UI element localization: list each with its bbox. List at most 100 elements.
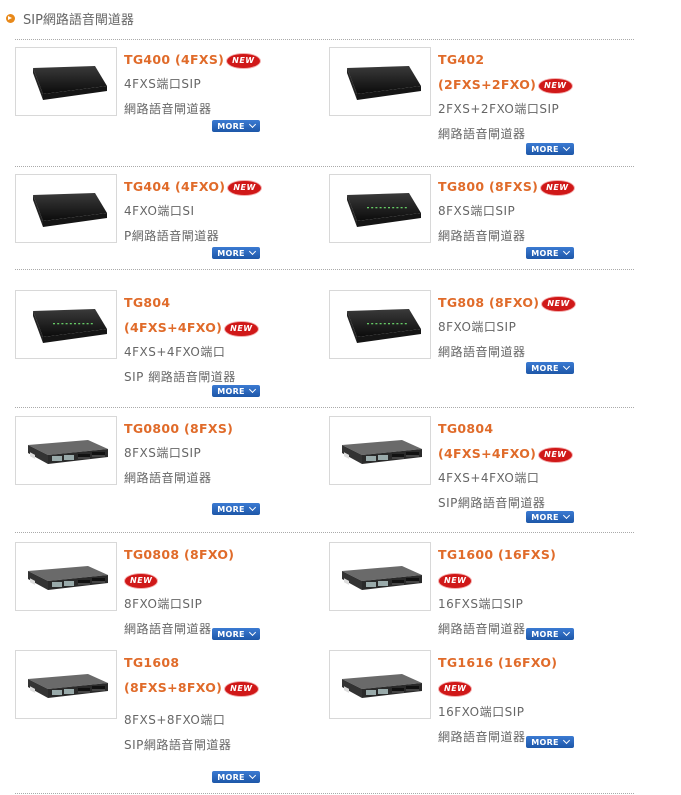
product-description: 16FXO端口SIP — [438, 705, 525, 719]
chevron-down-icon — [248, 771, 256, 780]
new-badge: NEW — [539, 78, 572, 93]
more-label: MORE — [217, 504, 245, 514]
product-description: 4FXS+4FXO端口 — [124, 345, 226, 359]
more-label: MORE — [217, 248, 245, 258]
more-button[interactable]: MORE — [212, 628, 260, 640]
chevron-down-icon — [562, 143, 570, 152]
divider — [15, 39, 634, 40]
more-label: MORE — [217, 629, 245, 639]
product-title[interactable]: TG1616 (16FXO) — [438, 650, 623, 675]
more-button[interactable]: MORE — [526, 736, 574, 748]
product-image[interactable] — [15, 290, 117, 359]
product-title[interactable]: TG404 (4FXO) NEW — [124, 174, 309, 199]
divider — [15, 166, 634, 167]
new-badge-row: NEW — [438, 567, 623, 592]
more-label: MORE — [531, 629, 559, 639]
product-description: 8FXO端口SIP — [438, 320, 517, 334]
chevron-down-icon — [562, 736, 570, 745]
more-label: MORE — [531, 737, 559, 747]
product-image[interactable] — [15, 542, 117, 611]
new-badge: NEW — [225, 321, 258, 336]
product-title[interactable]: (4FXS+4FXO) NEW — [438, 441, 623, 466]
product-image[interactable] — [329, 290, 431, 359]
product-title[interactable]: TG804 — [124, 290, 309, 315]
chevron-down-icon — [248, 628, 256, 637]
new-badge: NEW — [125, 573, 158, 588]
chevron-down-icon — [562, 362, 570, 371]
product-title[interactable]: TG800 (8FXS) NEW — [438, 174, 623, 199]
more-label: MORE — [531, 512, 559, 522]
product-image[interactable] — [329, 650, 431, 719]
product-description: 8FXS端口SIP — [438, 204, 516, 218]
product-info: TG804 (4FXS+4FXO) NEW 4FXS+4FXO端口 SIP 網路語音閘道… — [124, 290, 309, 390]
product-description: 網路語音閘道器 — [124, 471, 212, 485]
chevron-down-icon — [562, 247, 570, 256]
new-badge: NEW — [439, 573, 472, 588]
product-info: TG808 (8FXO) NEW 8FXO端口SIP 網路語音閘道器 — [438, 290, 623, 365]
new-badge: NEW — [541, 180, 574, 195]
more-label: MORE — [531, 248, 559, 258]
product-info: TG402 (2FXS+2FXO) NEW 2FXS+2FXO端口SIP 網路語音閘道器 — [438, 47, 623, 147]
product-title[interactable]: (4FXS+4FXO) NEW — [124, 315, 309, 340]
divider — [15, 532, 634, 533]
product-title[interactable]: (8FXS+8FXO) NEW — [124, 675, 309, 700]
more-button[interactable]: MORE — [212, 247, 260, 259]
product-description: SIP網路語音閘道器 — [124, 738, 232, 752]
more-button[interactable]: MORE — [212, 771, 260, 783]
new-badge: NEW — [228, 180, 261, 195]
product-image[interactable] — [329, 47, 431, 116]
more-label: MORE — [531, 144, 559, 154]
product-title[interactable]: TG402 — [438, 47, 623, 72]
product-info: TG400 (4FXS) NEW 4FXS端口SIP 網路語音閘道器 — [124, 47, 309, 122]
product-title[interactable]: TG0804 — [438, 416, 623, 441]
more-button[interactable]: MORE — [212, 503, 260, 515]
product-title[interactable]: TG0808 (8FXO) — [124, 542, 309, 567]
new-badge: NEW — [542, 296, 575, 311]
product-title[interactable]: (2FXS+2FXO) NEW — [438, 72, 623, 97]
new-badge: NEW — [539, 447, 572, 462]
product-title[interactable]: TG400 (4FXS) NEW — [124, 47, 309, 72]
more-button[interactable]: MORE — [212, 120, 260, 132]
more-label: MORE — [531, 363, 559, 373]
more-button[interactable]: MORE — [526, 247, 574, 259]
product-image[interactable] — [329, 542, 431, 611]
product-description: 8FXS+8FXO端口 — [124, 713, 226, 727]
product-image[interactable] — [15, 416, 117, 485]
more-button[interactable]: MORE — [526, 143, 574, 155]
more-label: MORE — [217, 386, 245, 396]
product-title[interactable]: TG1600 (16FXS) — [438, 542, 623, 567]
more-button[interactable]: MORE — [526, 628, 574, 640]
product-image[interactable] — [329, 416, 431, 485]
product-info: TG0808 (8FXO) NEW 8FXO端口SIP 網路語音閘道器 — [124, 542, 309, 642]
more-button[interactable]: MORE — [526, 362, 574, 374]
product-info: TG0804 (4FXS+4FXO) NEW 4FXS+4FXO端口 SIP網路語音閘道… — [438, 416, 623, 516]
product-title[interactable]: TG808 (8FXO) NEW — [438, 290, 623, 315]
new-badge: NEW — [227, 53, 260, 68]
product-info: TG1608 (8FXS+8FXO) NEW 8FXS+8FXO端口 SIP網路語音閘道… — [124, 650, 309, 758]
product-image[interactable] — [15, 174, 117, 243]
product-image[interactable] — [329, 174, 431, 243]
product-description: 4FXO端口SI — [124, 204, 195, 218]
divider — [15, 407, 634, 408]
product-info: TG1600 (16FXS) NEW 16FXS端口SIP 網路語音閘道器 — [438, 542, 623, 642]
bullet-arrow-icon — [6, 13, 15, 23]
new-badge: NEW — [225, 681, 258, 696]
product-title[interactable]: TG0800 (8FXS) — [124, 416, 309, 441]
chevron-down-icon — [248, 503, 256, 512]
more-label: MORE — [217, 121, 245, 131]
chevron-down-icon — [248, 247, 256, 256]
more-button[interactable]: MORE — [212, 385, 260, 397]
product-image[interactable] — [15, 650, 117, 719]
product-description: 8FXS端口SIP — [124, 446, 202, 460]
product-info: TG1616 (16FXO) NEW 16FXO端口SIP 網路語音閘道器 — [438, 650, 623, 750]
new-badge: NEW — [439, 681, 472, 696]
section-header: SIP網路語音閘道器 — [6, 8, 134, 28]
product-title[interactable]: TG1608 — [124, 650, 309, 675]
more-button[interactable]: MORE — [526, 511, 574, 523]
product-description: 4FXS+4FXO端口 — [438, 471, 540, 485]
divider — [15, 269, 634, 270]
product-description: 4FXS端口SIP — [124, 77, 202, 91]
product-image[interactable] — [15, 47, 117, 116]
divider — [15, 793, 634, 794]
